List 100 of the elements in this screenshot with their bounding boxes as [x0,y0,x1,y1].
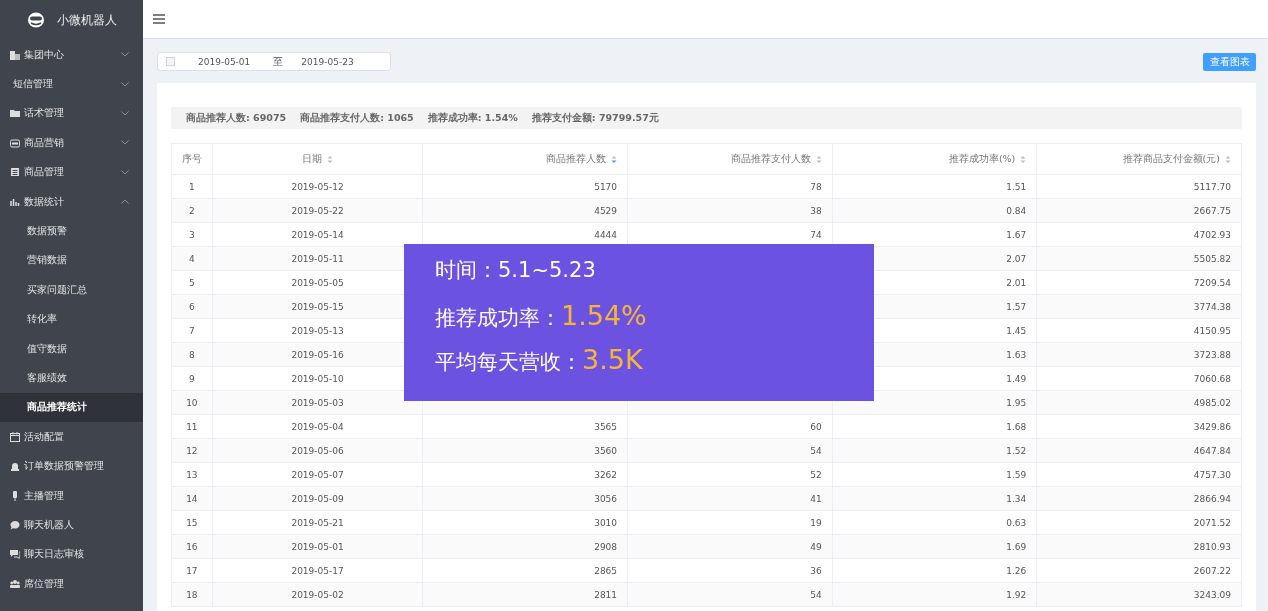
bar-chart-icon [10,196,20,207]
table-cell: 7 [171,318,213,343]
table-cell: 3262 [422,462,628,487]
table-cell: 1.34 [832,486,1037,511]
table-cell: 54 [627,582,833,607]
table-cell: 2019-05-09 [212,486,423,511]
table-cell: 1.52 [832,438,1037,463]
chevron-down-icon [121,140,129,146]
table-cell: 4985.02 [1036,390,1242,415]
column-header[interactable]: 商品推荐人数 [422,143,628,175]
table-cell: 5505.82 [1036,246,1242,271]
chevron-up-icon [121,199,129,205]
table-cell: 2865 [422,558,628,583]
menu-item[interactable]: 商品营销 [0,128,143,158]
table-cell: 16 [171,534,213,559]
chevron-down-icon [121,81,129,87]
table-cell: 14 [171,486,213,511]
column-header[interactable]: 商品推荐支付人数 [627,143,833,175]
menu-item[interactable]: 席位管理 [0,569,143,599]
summary-stat: 推荐支付金额: 79799.57元 [531,111,659,125]
column-header[interactable]: 推荐商品支付金额(元) [1036,143,1242,175]
menu-item[interactable]: 话术管理 [0,98,143,129]
submenu-item[interactable]: 转化率 [0,304,143,334]
table-cell: 1.68 [832,414,1037,439]
app-name: 小微机器人 [57,11,117,29]
message-icon [10,549,20,560]
menu-item[interactable]: 商品管理 [0,157,143,187]
menu-item[interactable]: 聊天机器人 [0,510,143,540]
table-cell: 38 [627,198,833,223]
table-cell: 1.26 [832,558,1037,583]
table-cell: 2019-05-17 [212,558,423,583]
table-cell: 0.84 [832,198,1037,223]
summary-stat: 推荐成功率: 1.54% [427,111,518,125]
table-cell: 5170 [422,174,628,199]
column-header[interactable]: 日期 [212,143,423,175]
table-cell: 3774.38 [1036,294,1242,319]
table-cell: 2811 [422,582,628,607]
table-cell: 2607.22 [1036,558,1242,583]
menu-icon[interactable] [153,14,165,24]
chevron-down-icon [121,169,129,175]
table-cell: 0.63 [832,510,1037,535]
robot-logo-icon [27,12,45,28]
chevron-down-icon [121,110,129,116]
submenu-item[interactable]: 营销数据 [0,245,143,276]
table-cell: 1.59 [832,462,1037,487]
table-cell: 5 [171,270,213,295]
table-cell: 9 [171,366,213,391]
submenu-item[interactable]: 买家问题汇总 [0,275,143,305]
box-icon [10,137,20,148]
column-header: 序号 [171,143,213,175]
submenu-item[interactable]: 数据预警 [0,216,143,246]
table-cell: 3056 [422,486,628,511]
alarm-light-icon [10,461,20,472]
table-cell: 5117.70 [1036,174,1242,199]
date-range-field[interactable]: 2019-05-01 至 2019-05-23 [157,52,391,71]
overlay-value: 5.1~5.23 [498,258,596,282]
table-cell: 1.92 [832,582,1037,607]
menu-item[interactable]: 集团中心 [0,40,143,70]
table-cell: 2667.75 [1036,198,1242,223]
chevron-down-icon [121,52,129,58]
table-cell: 3560 [422,438,628,463]
table-cell: 2019-05-21 [212,510,423,535]
column-header[interactable]: 推荐成功率(%) [832,143,1037,175]
summary-stat: 商品推荐支付人数: 1065 [300,111,414,125]
table-cell: 36 [627,558,833,583]
submenu-item[interactable]: 商品推荐统计 [0,392,143,423]
summary-stat: 商品推荐人数: 69075 [186,111,287,125]
table-cell: 52 [627,462,833,487]
menu-item[interactable]: 订单数据预警管理 [0,451,143,481]
table-cell: 54 [627,438,833,463]
table-cell: 1 [171,174,213,199]
table-cell: 10 [171,390,213,415]
menu-item[interactable]: 短信管理 [0,69,143,99]
overlay-label: 推荐成功率： [435,305,561,332]
menu-item[interactable]: 活动配置 [0,422,143,452]
table-cell: 4150.95 [1036,318,1242,343]
table-cell: 4529 [422,198,628,223]
menu-item[interactable]: 主播管理 [0,480,143,511]
table-cell: 11 [171,414,213,439]
table-cell: 2019-05-22 [212,198,423,223]
table-cell: 3429.86 [1036,414,1242,439]
submenu-item[interactable]: 值守数据 [0,333,143,364]
table-cell: 2866.94 [1036,486,1242,511]
table-cell: 3 [171,222,213,247]
table-cell: 2071.52 [1036,510,1242,535]
table-cell: 41 [627,486,833,511]
table-cell: 6 [171,294,213,319]
table-cell: 49 [627,534,833,559]
menu-item[interactable]: 聊天日志审核 [0,539,143,570]
menu-item[interactable]: 数据统计 [0,186,143,217]
submenu-item[interactable]: 客服绩效 [0,363,143,393]
table-cell: 2019-05-04 [212,414,423,439]
table-cell: 4647.84 [1036,438,1242,463]
table-cell: 13 [171,462,213,487]
building-icon [10,49,20,60]
table-cell: 12 [171,438,213,463]
table-cell: 3723.88 [1036,342,1242,367]
table-cell: 78 [627,174,833,199]
table-cell: 2019-05-12 [212,174,423,199]
table-cell: 60 [627,414,833,439]
